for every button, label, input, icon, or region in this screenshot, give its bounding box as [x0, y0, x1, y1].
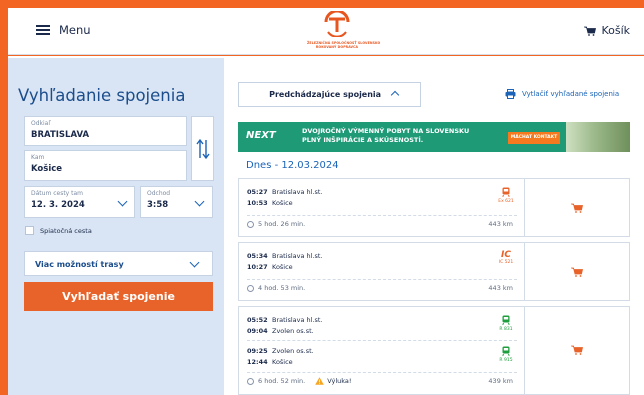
to-value: Košice [31, 164, 63, 174]
train-badge: R 831 [492, 315, 520, 332]
time-label: Odchod [147, 190, 171, 197]
menu-button[interactable]: Menu [36, 23, 91, 37]
departure-row: 05:52 Bratislava hl.st. [247, 316, 323, 324]
return-trip-label: Spiatočná cesta [40, 226, 92, 235]
train-number: R 831 [499, 327, 513, 332]
promo-banner[interactable]: NEXT DVOJROČNÝ VÝMENNÝ POBYT NA SLOVENSK… [238, 122, 630, 152]
chevron-down-icon [117, 196, 128, 207]
menu-label: Menu [59, 23, 91, 37]
search-button[interactable]: Vyhľadať spojenie [24, 282, 213, 311]
more-options-label: Viac možností trasy [35, 260, 124, 269]
train-icon [502, 346, 510, 356]
cart-icon [584, 26, 597, 36]
swap-button[interactable] [191, 116, 214, 181]
chevron-down-icon [194, 196, 205, 207]
print-link[interactable]: Vytlačiť vyhľadané spojenia [505, 89, 619, 99]
warning-label: Výluka! [327, 377, 352, 385]
departure-row: 05:27 Bratislava hl.st. [247, 188, 323, 196]
previous-connections-label: Predchádzajúce spojenia [269, 90, 382, 99]
chevron-down-icon [189, 257, 200, 268]
warning[interactable]: Výluka! [315, 377, 352, 385]
train-number: IC 521 [498, 260, 514, 265]
cart-icon[interactable] [571, 203, 583, 213]
banner-line2: PLNÝ INŠPIRÁCIE A SKÚSENOSTÍ. [302, 136, 424, 144]
from-value: BRATISLAVA [31, 130, 90, 140]
distance: 439 km [488, 377, 513, 385]
printer-icon [505, 89, 516, 99]
train-badge: R 915 [492, 346, 520, 363]
time-value: 3:58 [147, 200, 169, 210]
train-number: Ex 621 [498, 199, 514, 204]
connection-card[interactable]: 05:34 Bratislava hl.st. 10:27 Košice IC IC… [238, 242, 630, 301]
arrival-row: 10:27 Košice [247, 263, 293, 271]
banner-cta-button[interactable]: MÁCHAT KONTAKT [508, 132, 560, 144]
hamburger-icon [36, 25, 50, 35]
arrival-row: 09:04 Zvolen os.st. [247, 327, 314, 335]
chevron-up-icon [390, 90, 400, 100]
train-badge: Ex 621 [492, 187, 520, 204]
departure-row: 05:34 Bratislava hl.st. [247, 252, 323, 260]
zssk-logo[interactable]: ŽELEZNIČNÁ SPOLOČNOSŤ SLOVENSKO ROKOVANÝ… [307, 9, 380, 53]
date-field[interactable]: Dátum cesty tam 12. 3. 2024 [24, 186, 135, 218]
logo-icon [324, 9, 350, 38]
cart-label: Košík [601, 24, 630, 37]
more-options-dropdown[interactable]: Viac možností trasy [24, 251, 213, 276]
from-label: Odkiaľ [31, 120, 51, 127]
duration: 5 hod. 26 min. [247, 220, 305, 228]
banner-line1: DVOJROČNÝ VÝMENNÝ POBYT NA SLOVENSKU [302, 127, 470, 135]
date-heading: Dnes - 12.03.2024 [246, 160, 339, 171]
cart-button[interactable]: Košík [584, 24, 630, 37]
cart-icon[interactable] [571, 345, 583, 355]
previous-connections-button[interactable]: Predchádzajúce spojenia [238, 82, 421, 107]
train-badge: IC IC 521 [492, 250, 520, 265]
connection-card[interactable]: 05:52 Bratislava hl.st. 09:04 Zvolen os.st… [238, 306, 630, 395]
search-title: Vyhľadanie spojenia [18, 86, 186, 105]
banner-brand: NEXT [246, 130, 276, 141]
swap-icon [196, 138, 210, 160]
duration: 6 hod. 52 min. Výluka! [247, 377, 352, 385]
banner-photo [566, 122, 630, 152]
cart-icon[interactable] [571, 267, 583, 277]
to-field[interactable]: Kam Košice [24, 150, 187, 181]
distance: 443 km [488, 284, 513, 292]
connection-card[interactable]: 05:27 Bratislava hl.st. 10:53 Košice Ex 62… [238, 178, 630, 237]
ic-icon: IC [501, 250, 511, 260]
clock-icon [247, 220, 254, 228]
banner-text: DVOJROČNÝ VÝMENNÝ POBYT NA SLOVENSKU PLN… [302, 127, 469, 145]
date-value: 12. 3. 2024 [31, 200, 85, 210]
top-bar: Menu ŽELEZNIČNÁ SPOLOČNOSŤ SLOVENSKO ROK… [8, 8, 644, 55]
clock-icon [247, 377, 254, 385]
distance: 443 km [488, 220, 513, 228]
arrival-row: 10:53 Košice [247, 199, 293, 207]
clock-icon [247, 284, 254, 292]
time-field[interactable]: Odchod 3:58 [140, 186, 213, 218]
departure-row: 09:25 Zvolen os.st. [247, 347, 314, 355]
logo-text-line2: ROKOVANÝ DOPRAVCA [315, 45, 359, 49]
train-icon [502, 315, 510, 325]
to-label: Kam [31, 154, 45, 161]
arrival-row: 12:44 Košice [247, 358, 293, 366]
return-trip-option[interactable]: Spiatočná cesta [25, 226, 92, 235]
from-field[interactable]: Odkiaľ BRATISLAVA [24, 116, 187, 146]
warning-icon [315, 377, 325, 385]
return-trip-checkbox[interactable] [25, 226, 34, 235]
train-icon [502, 187, 510, 197]
train-number: R 915 [499, 358, 513, 363]
date-label: Dátum cesty tam [31, 190, 84, 197]
duration: 4 hod. 53 min. [247, 284, 305, 292]
print-label: Vytlačiť vyhľadané spojenia [522, 90, 620, 98]
